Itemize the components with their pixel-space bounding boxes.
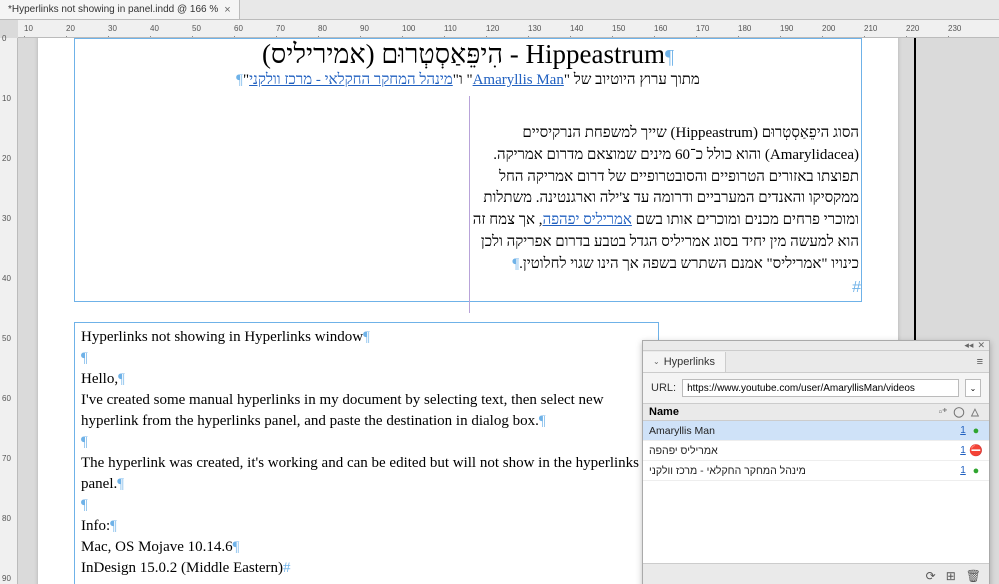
pilcrow-icon: ¶	[665, 46, 674, 68]
hyperlink-row[interactable]: מינהל המחקר החקלאי - מרכז וולקני1●	[643, 461, 989, 481]
pilcrow-icon: ¶	[81, 497, 88, 513]
status-column-icon: ◯	[951, 407, 967, 418]
hyperlink-amaryllis-man[interactable]: Amaryllis Man	[473, 72, 564, 88]
body-text: InDesign 15.0.2 (Middle Eastern)#	[81, 558, 652, 579]
ruler-tick: 70	[276, 24, 285, 33]
collapse-icon[interactable]: ◂◂	[964, 340, 973, 351]
ruler-tick: 150	[612, 24, 625, 33]
ruler-tick: 90	[360, 24, 369, 33]
close-icon[interactable]: ×	[224, 4, 230, 16]
vertical-ruler[interactable]: 0102030405060708090	[0, 38, 18, 584]
ruler-tick: 50	[192, 24, 201, 33]
ruler-tick: 100	[402, 24, 415, 33]
panel-menu-icon[interactable]: ≡	[977, 356, 983, 368]
ruler-tick: 200	[822, 24, 835, 33]
warning-column-icon: △	[967, 407, 983, 418]
page-subtitle: מתוך ערוץ היוטיוב של "Amaryllis Man" ו"מ…	[75, 72, 861, 89]
new-hyperlink-icon[interactable]: ⊞	[946, 569, 956, 583]
hyperlink-row[interactable]: Amaryllis Man1●	[643, 421, 989, 441]
ruler-tick: 220	[906, 24, 919, 33]
ruler-tick: 120	[486, 24, 499, 33]
ruler-tick: 230	[948, 24, 961, 33]
ruler-tick: 190	[780, 24, 793, 33]
status-ok-icon: ●	[969, 465, 983, 477]
pilcrow-icon: ¶	[81, 434, 88, 450]
hyperlink-amaryllis-yafefe[interactable]: אמריליס יפהפה	[543, 212, 632, 228]
tab-title: *Hyperlinks not showing in panel.indd @ …	[8, 4, 218, 15]
delete-icon[interactable]: 🗑	[966, 569, 981, 583]
panel-title: Hyperlinks	[664, 356, 715, 368]
ruler-tick: 50	[2, 334, 11, 343]
hyperlink-name: אמריליס יפהפה	[649, 445, 957, 457]
body-text: Hello,¶	[81, 369, 652, 390]
ruler-tick: 30	[108, 24, 117, 33]
horizontal-ruler[interactable]: 10 20 30 40 50 60 70 80 90 100 110 120 130 140 150 160 1…	[18, 20, 999, 38]
panel-footer: ⟳ ⊞ 🗑	[643, 563, 989, 584]
ruler-tick: 20	[2, 154, 11, 163]
ruler-tick: 40	[150, 24, 159, 33]
page-title: ¶Hippeastrum - הִיפֵּאַסְטְרוּם (אמירילי…	[75, 39, 861, 70]
ruler-tick: 80	[318, 24, 327, 33]
ruler-tick: 140	[570, 24, 583, 33]
ruler-tick: 60	[234, 24, 243, 33]
panel-tab-bar: ⌄ Hyperlinks ≡	[643, 351, 989, 373]
ruler-tick: 40	[2, 274, 11, 283]
hyperlink-name: Amaryllis Man	[649, 425, 957, 437]
hyperlink-list: Amaryllis Man1●אמריליס יפהפה1⛔מינהל המחק…	[643, 421, 989, 563]
hyperlink-volcani[interactable]: מינהל המחקר החקלאי - מרכז וולקני	[249, 72, 453, 88]
body-text: I've created some manual hyperlinks in m…	[81, 390, 652, 432]
ruler-tick: 70	[2, 454, 11, 463]
document-tab[interactable]: *Hyperlinks not showing in panel.indd @ …	[0, 0, 240, 19]
heading-text: Hyperlinks not showing in Hyperlinks win…	[81, 327, 652, 348]
column-divider	[469, 96, 470, 313]
body-text: Info:¶	[81, 516, 652, 537]
ruler-tick: 170	[696, 24, 709, 33]
pilcrow-icon: ¶	[236, 72, 243, 88]
body-text: Mac, OS Mojave 10.14.6¶	[81, 537, 652, 558]
column-name: Name	[649, 406, 679, 418]
text-frame-bottom[interactable]: Hyperlinks not showing in Hyperlinks win…	[74, 322, 659, 584]
add-page-icon[interactable]: ▫⁺	[935, 407, 951, 418]
panel-grip[interactable]: ◂◂ ✕	[643, 341, 989, 351]
url-label: URL:	[651, 382, 676, 394]
refresh-icon[interactable]: ⟳	[926, 569, 936, 583]
hyperlink-count[interactable]: 1	[957, 465, 969, 476]
hyperlink-name: מינהל המחקר החקלאי - מרכז וולקני	[649, 465, 957, 477]
ruler-tick: 10	[2, 94, 11, 103]
document-canvas[interactable]: ¶Hippeastrum - הִיפֵּאַסְטְרוּם (אמירילי…	[18, 38, 999, 584]
body-text: The hyperlink was created, it's working …	[81, 453, 652, 495]
url-input[interactable]	[682, 379, 959, 397]
ruler-tick: 110	[444, 24, 457, 33]
body-text-hebrew: הסוג היפֵאַסְטְרוּם (Hippeastrum) שייך ל…	[471, 123, 861, 275]
list-header: Name ▫⁺ ◯ △	[643, 403, 989, 421]
ruler-tick: 0	[2, 34, 6, 43]
status-error-icon: ⛔	[969, 444, 983, 457]
url-dropdown-icon[interactable]: ⌄	[965, 379, 981, 397]
hyperlinks-panel[interactable]: ◂◂ ✕ ⌄ Hyperlinks ≡ URL: ⌄ Name ▫⁺ ◯ △	[642, 340, 990, 584]
status-ok-icon: ●	[969, 425, 983, 437]
close-icon[interactable]: ✕	[977, 340, 985, 351]
ruler-tick: 130	[528, 24, 541, 33]
hyperlink-row[interactable]: אמריליס יפהפה1⛔	[643, 441, 989, 461]
text-frame-top[interactable]: ¶Hippeastrum - הִיפֵּאַסְטְרוּם (אמירילי…	[74, 38, 862, 302]
pilcrow-icon: ¶	[81, 350, 88, 366]
ruler-tick: 90	[2, 574, 11, 583]
end-of-story-icon: #	[852, 279, 861, 297]
ruler-tick: 210	[864, 24, 877, 33]
ruler-tick: 10	[24, 24, 33, 33]
tab-hyperlinks[interactable]: ⌄ Hyperlinks	[643, 352, 726, 372]
ruler-tick: 180	[738, 24, 751, 33]
hyperlink-count[interactable]: 1	[957, 425, 969, 436]
ruler-tick: 60	[2, 394, 11, 403]
chevron-down-icon: ⌄	[653, 357, 660, 366]
ruler-tick: 160	[654, 24, 667, 33]
hyperlink-count[interactable]: 1	[957, 445, 969, 456]
url-row: URL: ⌄	[643, 373, 989, 403]
ruler-tick: 80	[2, 514, 11, 523]
document-tab-bar: *Hyperlinks not showing in panel.indd @ …	[0, 0, 999, 20]
ruler-tick: 30	[2, 214, 11, 223]
ruler-tick: 20	[66, 24, 75, 33]
